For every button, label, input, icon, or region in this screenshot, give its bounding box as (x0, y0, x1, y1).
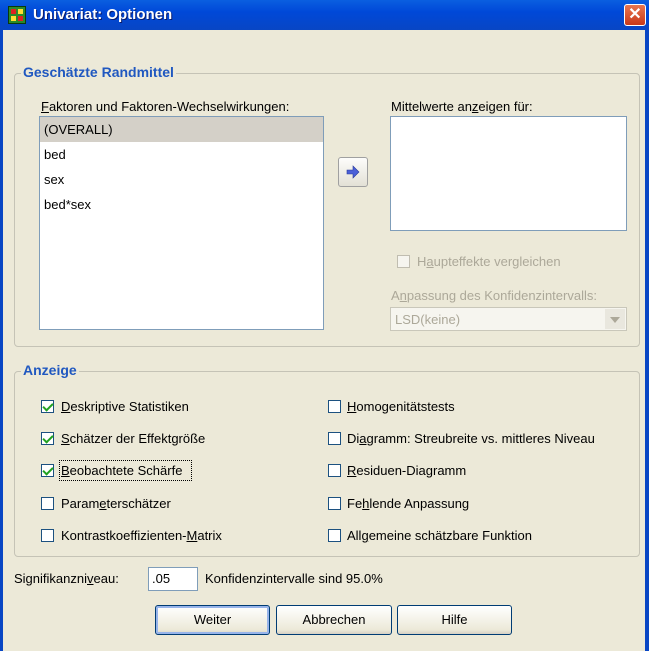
factors-label: Faktoren und Faktoren-Wechselwirkungen: (41, 99, 290, 114)
contrast-matrix-checkbox[interactable] (41, 529, 54, 542)
continue-button[interactable]: Weiter (155, 605, 270, 635)
estimated-means-title: Geschätzte Randmittel (21, 64, 176, 80)
contrast-matrix-label: Kontrastkoeffizienten-Matrix (61, 528, 222, 543)
parameter-estimates-label: Parameterschätzer (61, 496, 171, 511)
descriptive-stats-checkbox[interactable] (41, 400, 54, 413)
significance-input[interactable]: .05 (148, 567, 198, 591)
list-item-overall[interactable]: (OVERALL) (40, 117, 323, 142)
general-estimable-function-label: Allgemeine schätzbare Funktion (347, 528, 532, 543)
spread-vs-level-label: Diagramm: Streubreite vs. mittleres Nive… (347, 431, 595, 446)
list-item-bed[interactable]: bed (40, 142, 323, 167)
lack-of-fit-label: Fehlende Anpassung (347, 496, 470, 511)
significance-label: Signifikanzniveau: (14, 571, 119, 586)
factors-listbox[interactable]: (OVERALL) bed sex bed*sex (39, 116, 324, 330)
window-frame-left (0, 30, 3, 651)
window-title: Univariat: Optionen (33, 6, 173, 23)
cancel-button[interactable]: Abbrechen (276, 605, 392, 635)
effect-size-checkbox[interactable] (41, 432, 54, 445)
observed-power-checkbox[interactable] (41, 464, 54, 477)
help-button[interactable]: Hilfe (397, 605, 512, 635)
confidence-interval-text: Konfidenzintervalle sind 95.0% (205, 571, 383, 586)
title-bar[interactable]: Univariat: Optionen ✕ (0, 0, 649, 30)
parameter-estimates-checkbox[interactable] (41, 497, 54, 510)
display-title: Anzeige (21, 362, 79, 378)
ci-adjustment-select[interactable]: LSD(keine) (390, 307, 627, 331)
homogeneity-tests-label: Homogenitätstests (347, 399, 455, 414)
ci-adjustment-value: LSD(keine) (395, 312, 461, 327)
general-estimable-function-checkbox[interactable] (328, 529, 341, 542)
homogeneity-tests-checkbox[interactable] (328, 400, 341, 413)
observed-power-label: Beobachtete Schärfe (61, 463, 183, 478)
compare-main-effects-checkbox[interactable] (397, 255, 410, 268)
effect-size-label: Schätzer der Effektgröße (61, 431, 206, 446)
list-item-sex[interactable]: sex (40, 167, 323, 192)
means-for-label: Mittelwerte anzeigen für: (391, 99, 533, 114)
ci-adjustment-label: Anpassung des Konfidenzintervalls: (391, 288, 597, 303)
descriptive-stats-label: Deskriptive Statistiken (61, 399, 189, 414)
spss-app-icon (8, 6, 26, 24)
close-button[interactable]: ✕ (624, 4, 646, 26)
arrow-right-icon (346, 165, 360, 179)
residual-plot-label: Residuen-Diagramm (347, 463, 467, 478)
chevron-down-icon[interactable] (605, 309, 625, 329)
lack-of-fit-checkbox[interactable] (328, 497, 341, 510)
compare-main-effects-label: Haupteffekte vergleichen (417, 254, 561, 269)
residual-plot-checkbox[interactable] (328, 464, 341, 477)
list-item-bed-sex[interactable]: bed*sex (40, 192, 323, 217)
spread-vs-level-checkbox[interactable] (328, 432, 341, 445)
dialog-window: Univariat: Optionen ✕ Geschätzte Randmit… (0, 0, 649, 651)
window-frame-right (645, 30, 649, 651)
move-right-button[interactable] (338, 157, 368, 187)
means-for-listbox[interactable] (390, 116, 627, 231)
